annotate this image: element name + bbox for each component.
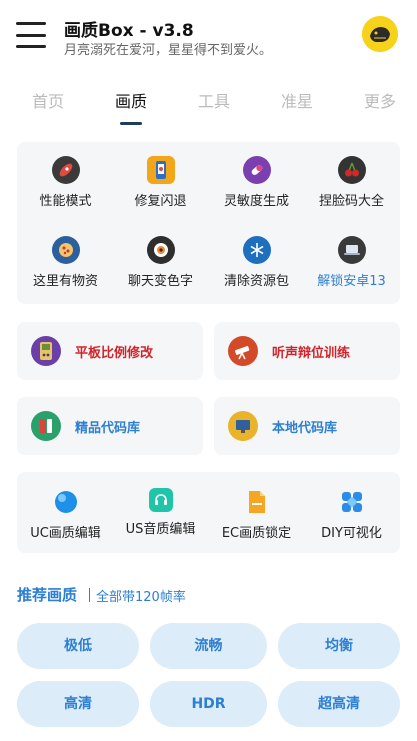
grid-item-fix-crash[interactable]: 修复闪退 xyxy=(112,156,209,209)
grid-item-supplies[interactable]: 这里有物资 xyxy=(17,236,114,289)
app-title: 画质Box - v3.8 xyxy=(64,21,194,41)
grid-label: 解锁安卓13 xyxy=(317,274,386,289)
sound-training-label: 听声辩位训练 xyxy=(272,346,351,361)
grid-label: 捏脸码大全 xyxy=(318,194,384,209)
grid-label: 聊天变色字 xyxy=(127,274,193,289)
premium-code-card[interactable]: 精品代码库 xyxy=(17,397,203,455)
snowflake-icon xyxy=(242,236,271,264)
grid-label: UC画质编辑 xyxy=(30,526,101,541)
feature-grid-card: 性能模式 修复闪退 灵敏度生成 捏脸码大全 这里有物资 聊天变色字 清除资源包 … xyxy=(17,142,400,304)
grid-item-color-text[interactable]: 聊天变色字 xyxy=(112,236,209,289)
grid-item-sensitivity[interactable]: 灵敏度生成 xyxy=(208,156,305,209)
section-note: 全部带120帧率 xyxy=(96,590,186,605)
laptop-icon xyxy=(337,236,366,264)
tab-home[interactable]: 首页 xyxy=(32,88,64,112)
document-icon xyxy=(243,488,271,516)
menu-icon[interactable] xyxy=(16,22,46,48)
tab-bar: 首页 画质 工具 准星 更多 xyxy=(0,84,417,128)
grid-item-us-editor[interactable]: US音质编辑 xyxy=(112,488,209,537)
pizza-icon xyxy=(51,236,80,264)
quality-option-very-low[interactable]: 极低 xyxy=(17,623,139,669)
rocket-icon xyxy=(51,156,80,184)
grid-item-diy-visual[interactable]: DIY可视化 xyxy=(303,488,400,541)
grid-item-ec-lock[interactable]: EC画质锁定 xyxy=(208,488,305,541)
battery-icon xyxy=(31,411,61,441)
headset-icon xyxy=(148,488,173,512)
tab-quality[interactable]: 画质 xyxy=(115,88,147,112)
tablet-ratio-card[interactable]: 平板比例修改 xyxy=(17,322,203,380)
grid-label: 灵敏度生成 xyxy=(223,194,289,209)
telescope-icon xyxy=(228,336,258,366)
section-divider xyxy=(89,588,90,602)
tablet-ratio-label: 平板比例修改 xyxy=(75,346,154,361)
local-code-label: 本地代码库 xyxy=(272,421,338,436)
gameboy-icon xyxy=(31,336,61,366)
editor-grid-card: UC画质编辑 US音质编辑 EC画质锁定 DIY可视化 xyxy=(17,472,400,553)
grid-item-clear-resources[interactable]: 清除资源包 xyxy=(208,236,305,289)
header: 画质Box - v3.8 月亮溺死在爱河，星星得不到爱火。 xyxy=(0,0,417,70)
app-root: 画质Box - v3.8 月亮溺死在爱河，星星得不到爱火。 首页 画质 工具 准… xyxy=(0,0,417,741)
avatar[interactable] xyxy=(362,16,398,52)
sushi-icon xyxy=(146,236,175,264)
sphere-icon xyxy=(52,488,80,516)
grid-label: 修复闪退 xyxy=(134,194,187,209)
tab-tools[interactable]: 工具 xyxy=(198,88,230,112)
quality-option-ultra-hd[interactable]: 超高清 xyxy=(278,681,400,727)
app-subtitle: 月亮溺死在爱河，星星得不到爱火。 xyxy=(64,43,273,58)
tab-more[interactable]: 更多 xyxy=(364,88,396,112)
section-title: 推荐画质 xyxy=(17,586,78,604)
tab-crosshair[interactable]: 准星 xyxy=(281,88,313,112)
phone-repair-icon xyxy=(146,156,175,184)
quality-option-hdr[interactable]: HDR xyxy=(150,681,267,727)
grid-label: EC画质锁定 xyxy=(221,526,292,541)
local-code-card[interactable]: 本地代码库 xyxy=(214,397,400,455)
quality-option-hd[interactable]: 高清 xyxy=(17,681,139,727)
grid-label: DIY可视化 xyxy=(321,526,382,541)
grid-label: 性能模式 xyxy=(39,194,92,209)
grid-item-performance[interactable]: 性能模式 xyxy=(17,156,114,209)
premium-code-label: 精品代码库 xyxy=(75,421,141,436)
monitor-icon xyxy=(228,411,258,441)
cherry-icon xyxy=(337,156,366,184)
grid-label: 清除资源包 xyxy=(223,274,289,289)
diamond-icon xyxy=(338,488,366,516)
grid-item-face-codes[interactable]: 捏脸码大全 xyxy=(303,156,400,209)
quality-option-smooth[interactable]: 流畅 xyxy=(150,623,267,669)
tab-indicator xyxy=(120,122,142,125)
sound-training-card[interactable]: 听声辩位训练 xyxy=(214,322,400,380)
grid-item-unlock-android[interactable]: 解锁安卓13 xyxy=(303,236,400,289)
grid-item-uc-editor[interactable]: UC画质编辑 xyxy=(17,488,114,541)
quality-option-balanced[interactable]: 均衡 xyxy=(278,623,400,669)
pill-icon xyxy=(242,156,271,184)
grid-label: 这里有物资 xyxy=(32,274,98,289)
grid-label: US音质编辑 xyxy=(125,522,196,537)
